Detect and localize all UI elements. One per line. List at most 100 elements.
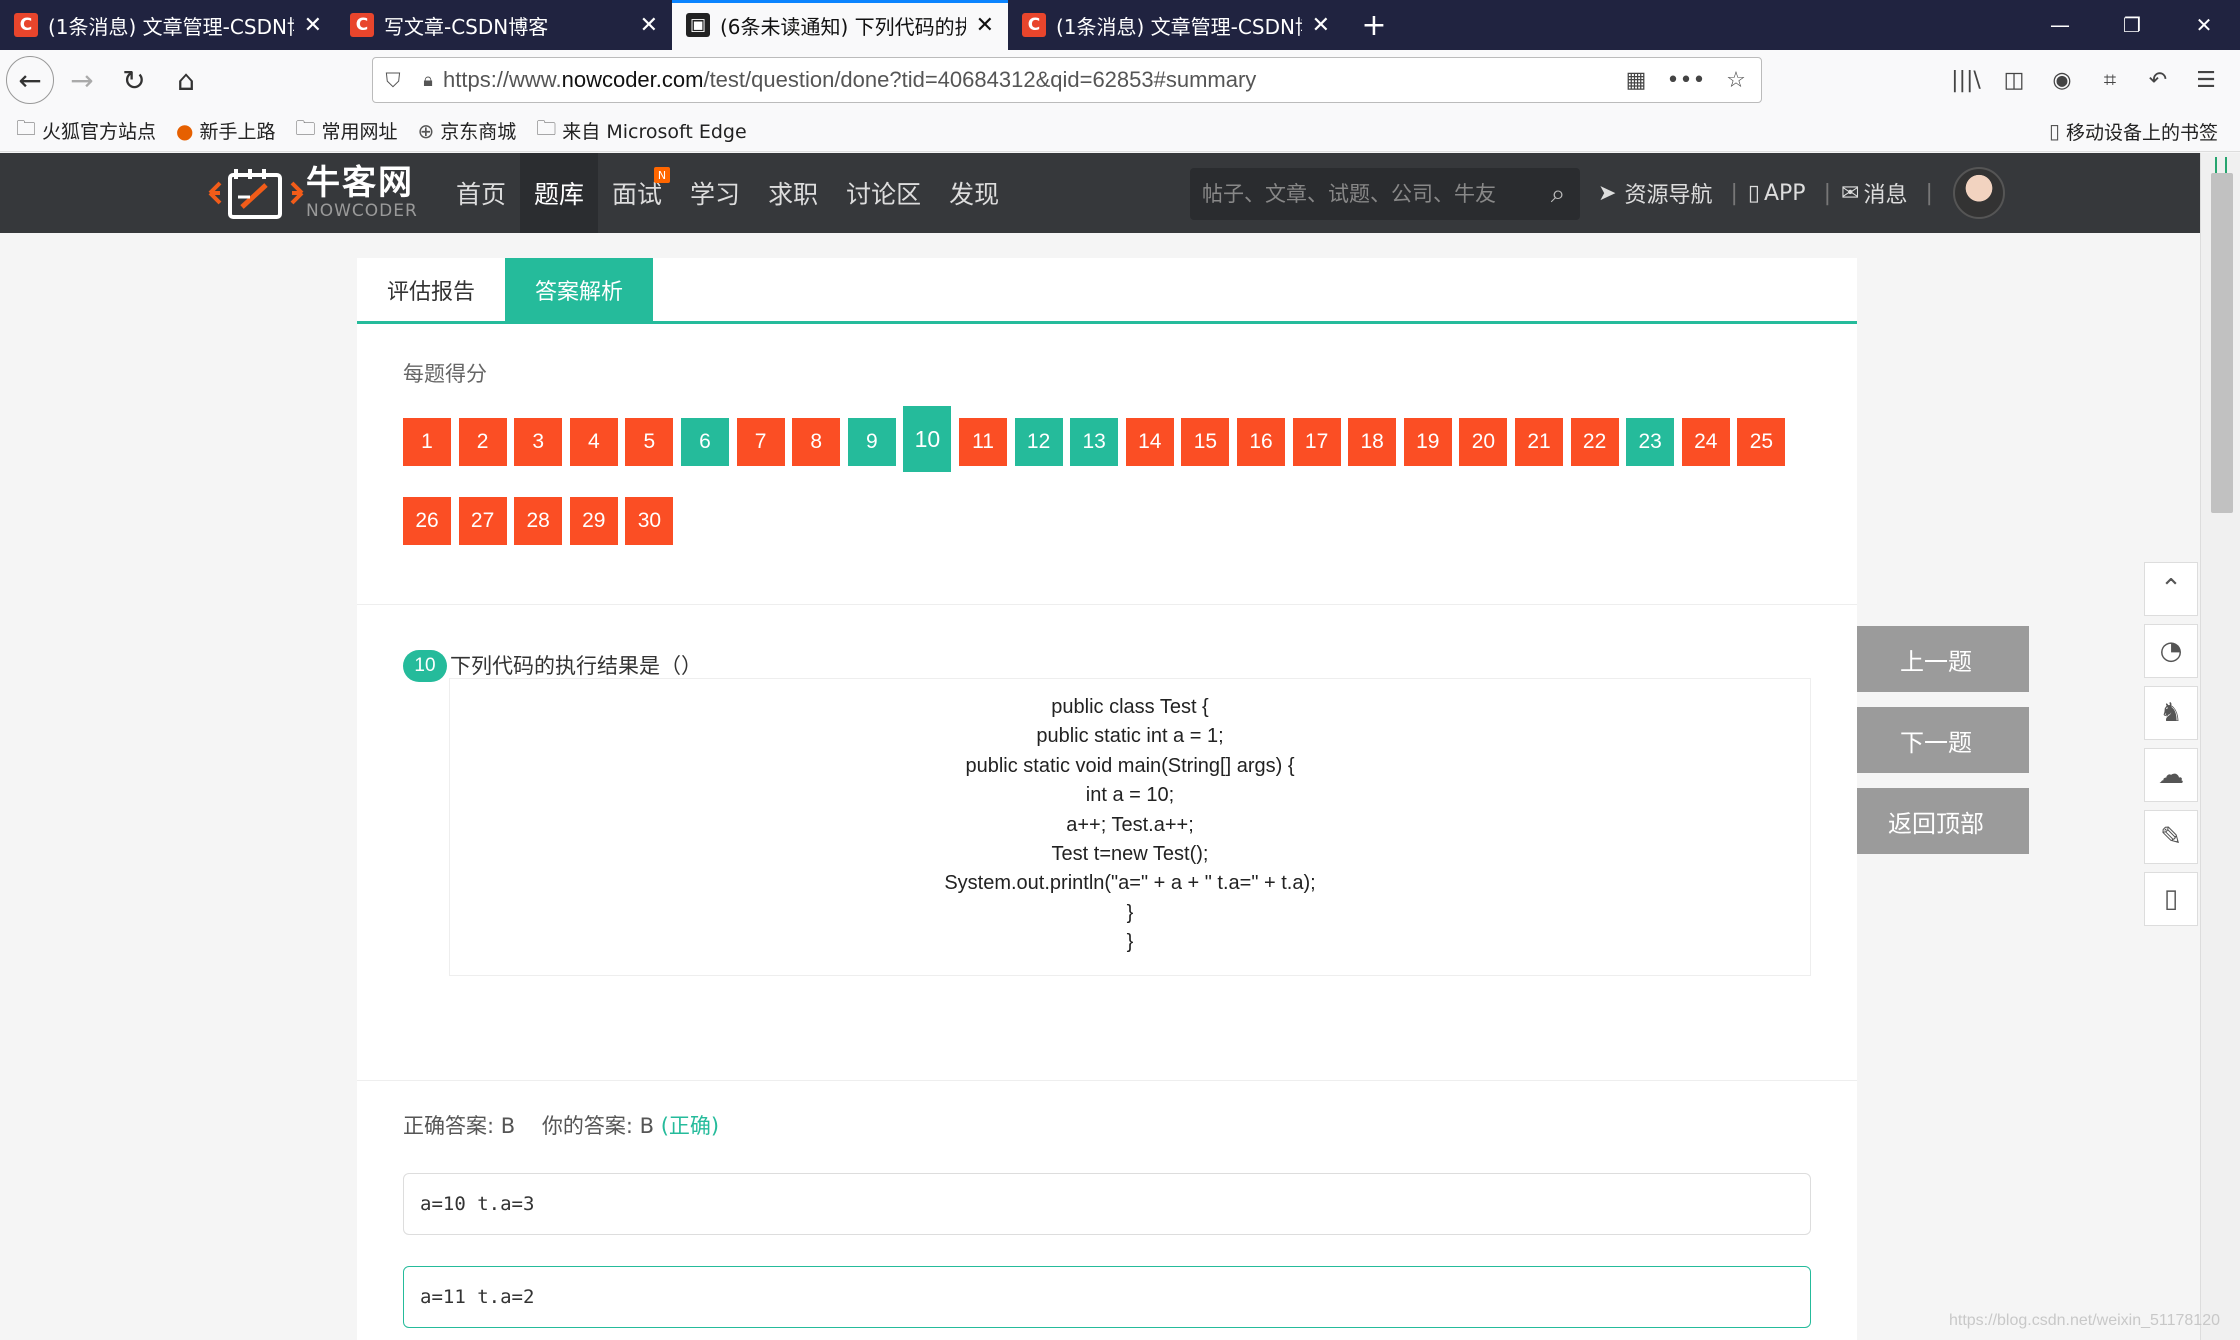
page-scrollbar[interactable] bbox=[2200, 153, 2240, 1340]
nav-home[interactable]: 首页 bbox=[442, 153, 520, 233]
nav-interview[interactable]: 面试 N bbox=[598, 153, 676, 233]
score-item-27[interactable]: 27 bbox=[458, 497, 507, 545]
lock-icon[interactable]: 🔒︎ bbox=[413, 70, 443, 91]
button-label: 返回顶部 bbox=[1888, 809, 1984, 838]
score-item-21[interactable]: 21 bbox=[1515, 418, 1563, 466]
site-logo[interactable]: 牛客网 NOWCODER bbox=[206, 161, 430, 225]
score-item-11[interactable]: 11 bbox=[959, 418, 1007, 466]
score-item-15[interactable]: 15 bbox=[1181, 418, 1230, 466]
tracking-shield-icon[interactable]: ⛉ bbox=[373, 68, 413, 92]
menu-icon[interactable]: ☰ bbox=[2182, 58, 2230, 102]
address-bar[interactable]: ⛉ 🔒︎ https://www.nowcoder.com/test/quest… bbox=[372, 57, 1762, 103]
new-badge: N bbox=[654, 167, 671, 183]
bookmark-item[interactable]: 🗀 常用网址 bbox=[295, 114, 397, 148]
close-tab-icon[interactable]: ✕ bbox=[640, 13, 658, 38]
score-item-19[interactable]: 19 bbox=[1403, 418, 1452, 466]
score-item-14[interactable]: 14 bbox=[1125, 418, 1174, 466]
search-icon[interactable]: ⌕ bbox=[1536, 179, 1580, 210]
browser-tab-3[interactable]: ▣ (6条未读通知) 下列代码的执行 ✕ bbox=[672, 0, 1008, 50]
pencil-icon[interactable]: ✎ bbox=[2144, 810, 2198, 864]
mobile-bookmarks[interactable]: ▯ 移动设备上的书签 bbox=[2049, 110, 2218, 152]
forward-button[interactable]: → bbox=[58, 56, 106, 104]
close-tab-icon[interactable]: ✕ bbox=[976, 13, 994, 38]
avatar[interactable] bbox=[1952, 167, 2005, 219]
app-link[interactable]: ▯ APP bbox=[1748, 181, 1806, 206]
score-item-6[interactable]: 6 bbox=[681, 418, 729, 466]
qq-icon[interactable]: ♞ bbox=[2144, 686, 2198, 740]
bookmark-star-icon[interactable]: ☆ bbox=[1711, 68, 1761, 93]
wechat-icon[interactable]: ☁ bbox=[2144, 748, 2198, 802]
mobile-icon[interactable]: ▯ bbox=[2144, 872, 2198, 926]
minimize-icon[interactable]: — bbox=[2024, 0, 2096, 50]
button-label: 下一题 bbox=[1900, 728, 1972, 757]
score-item-7[interactable]: 7 bbox=[736, 418, 785, 466]
weibo-icon[interactable]: ◔ bbox=[2144, 624, 2198, 678]
separator: | bbox=[1823, 180, 1831, 206]
undo-icon[interactable]: ↶ bbox=[2134, 58, 2182, 102]
chevron-up-icon[interactable]: ⌃ bbox=[2144, 562, 2198, 616]
score-item-4[interactable]: 4 bbox=[569, 418, 618, 466]
score-item-2[interactable]: 2 bbox=[458, 418, 507, 466]
screenshot-icon[interactable]: ⌗ bbox=[2086, 58, 2134, 102]
bookmark-item[interactable]: 🗀 火狐官方站点 bbox=[16, 114, 156, 148]
score-item-30[interactable]: 30 bbox=[625, 497, 674, 545]
nav-discuss[interactable]: 讨论区 bbox=[832, 153, 935, 233]
logo-text: 牛客网 NOWCODER bbox=[306, 165, 418, 221]
browser-tab-4[interactable]: C (1条消息) 文章管理-CSDN博客 ✕ bbox=[1008, 0, 1344, 50]
browser-tab-1[interactable]: C (1条消息) 文章管理-CSDN博客 ✕ bbox=[0, 0, 336, 50]
qr-code-icon[interactable]: ▦ bbox=[1611, 68, 1661, 93]
nav-learn[interactable]: 学习 bbox=[676, 153, 754, 233]
score-item-8[interactable]: 8 bbox=[792, 418, 841, 466]
score-item-20[interactable]: 20 bbox=[1459, 418, 1508, 466]
score-item-5[interactable]: 5 bbox=[625, 418, 674, 466]
score-item-18[interactable]: 18 bbox=[1348, 418, 1397, 466]
url-text[interactable]: https://www.nowcoder.com/test/question/d… bbox=[443, 67, 1611, 93]
option-a[interactable]: a=10 t.a=3 bbox=[403, 1173, 1811, 1235]
next-question-button[interactable]: 下一题 bbox=[1857, 707, 2029, 773]
account-icon[interactable]: ◉ bbox=[2038, 58, 2086, 102]
scrollbar-thumb[interactable] bbox=[2211, 173, 2233, 513]
tab-assessment-report[interactable]: 评估报告 bbox=[357, 258, 505, 321]
close-window-icon[interactable]: ✕ bbox=[2168, 0, 2240, 50]
score-item-29[interactable]: 29 bbox=[569, 497, 618, 545]
resource-nav-link[interactable]: ➤ 资源导航 bbox=[1598, 177, 1712, 209]
library-icon[interactable]: |||\ bbox=[1942, 58, 1990, 102]
restore-icon[interactable]: ❐ bbox=[2096, 0, 2168, 50]
close-tab-icon[interactable]: ✕ bbox=[1312, 13, 1330, 38]
page-actions-icon[interactable]: ••• bbox=[1661, 68, 1711, 93]
score-item-28[interactable]: 28 bbox=[514, 497, 563, 545]
score-item-1[interactable]: 1 bbox=[403, 418, 451, 466]
bookmark-item[interactable]: ⊕ 京东商城 bbox=[418, 117, 517, 144]
browser-tab-2[interactable]: C 写文章-CSDN博客 ✕ bbox=[336, 0, 672, 50]
reload-button[interactable]: ↻ bbox=[110, 56, 158, 104]
back-to-top-button[interactable]: 返回顶部 bbox=[1857, 788, 2029, 854]
score-item-22[interactable]: 22 bbox=[1570, 418, 1619, 466]
score-item-9[interactable]: 9 bbox=[847, 418, 896, 466]
score-item-23[interactable]: 23 bbox=[1626, 418, 1675, 466]
nav-discover[interactable]: 发现 bbox=[935, 153, 1013, 233]
close-tab-icon[interactable]: ✕ bbox=[304, 13, 322, 38]
search-input[interactable] bbox=[1190, 182, 1536, 206]
score-item-26[interactable]: 26 bbox=[403, 497, 451, 545]
nav-question-bank[interactable]: 题库 bbox=[520, 153, 599, 233]
score-item-10[interactable]: 10 bbox=[903, 406, 952, 472]
score-item-3[interactable]: 3 bbox=[514, 418, 563, 466]
tab-answer-analysis[interactable]: 答案解析 bbox=[505, 258, 654, 321]
score-item-16[interactable]: 16 bbox=[1237, 418, 1285, 466]
messages-link[interactable]: ✉ 消息 bbox=[1841, 177, 1907, 209]
score-item-12[interactable]: 12 bbox=[1014, 418, 1063, 466]
report-tabs: 评估报告 答案解析 bbox=[357, 258, 1857, 324]
new-tab-button[interactable]: + bbox=[1344, 0, 1404, 50]
nav-jobs[interactable]: 求职 bbox=[754, 153, 832, 233]
back-button[interactable]: ← bbox=[6, 56, 54, 104]
score-item-13[interactable]: 13 bbox=[1070, 418, 1119, 466]
score-item-17[interactable]: 17 bbox=[1292, 418, 1341, 466]
option-b[interactable]: a=11 t.a=2 bbox=[403, 1266, 1811, 1328]
home-button[interactable]: ⌂ bbox=[162, 56, 210, 104]
bookmark-item[interactable]: 🗀 来自 Microsoft Edge bbox=[536, 114, 746, 148]
sidebar-icon[interactable]: ◫ bbox=[1990, 58, 2038, 102]
score-item-25[interactable]: 25 bbox=[1737, 418, 1786, 466]
score-item-24[interactable]: 24 bbox=[1681, 418, 1730, 466]
bookmark-item[interactable]: ● 新手上路 bbox=[176, 117, 275, 144]
prev-question-button[interactable]: 上一题 bbox=[1857, 626, 2029, 692]
